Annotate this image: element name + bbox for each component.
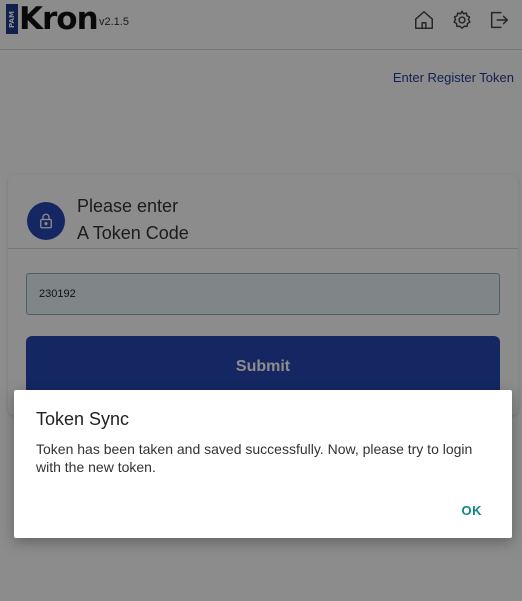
dialog-message: Token has been taken and saved successfu… bbox=[36, 441, 473, 475]
dialog-title: Token Sync bbox=[36, 409, 130, 429]
token-sync-dialog: Token Sync Token has been taken and save… bbox=[14, 390, 512, 538]
ok-button[interactable]: OK bbox=[462, 503, 483, 518]
